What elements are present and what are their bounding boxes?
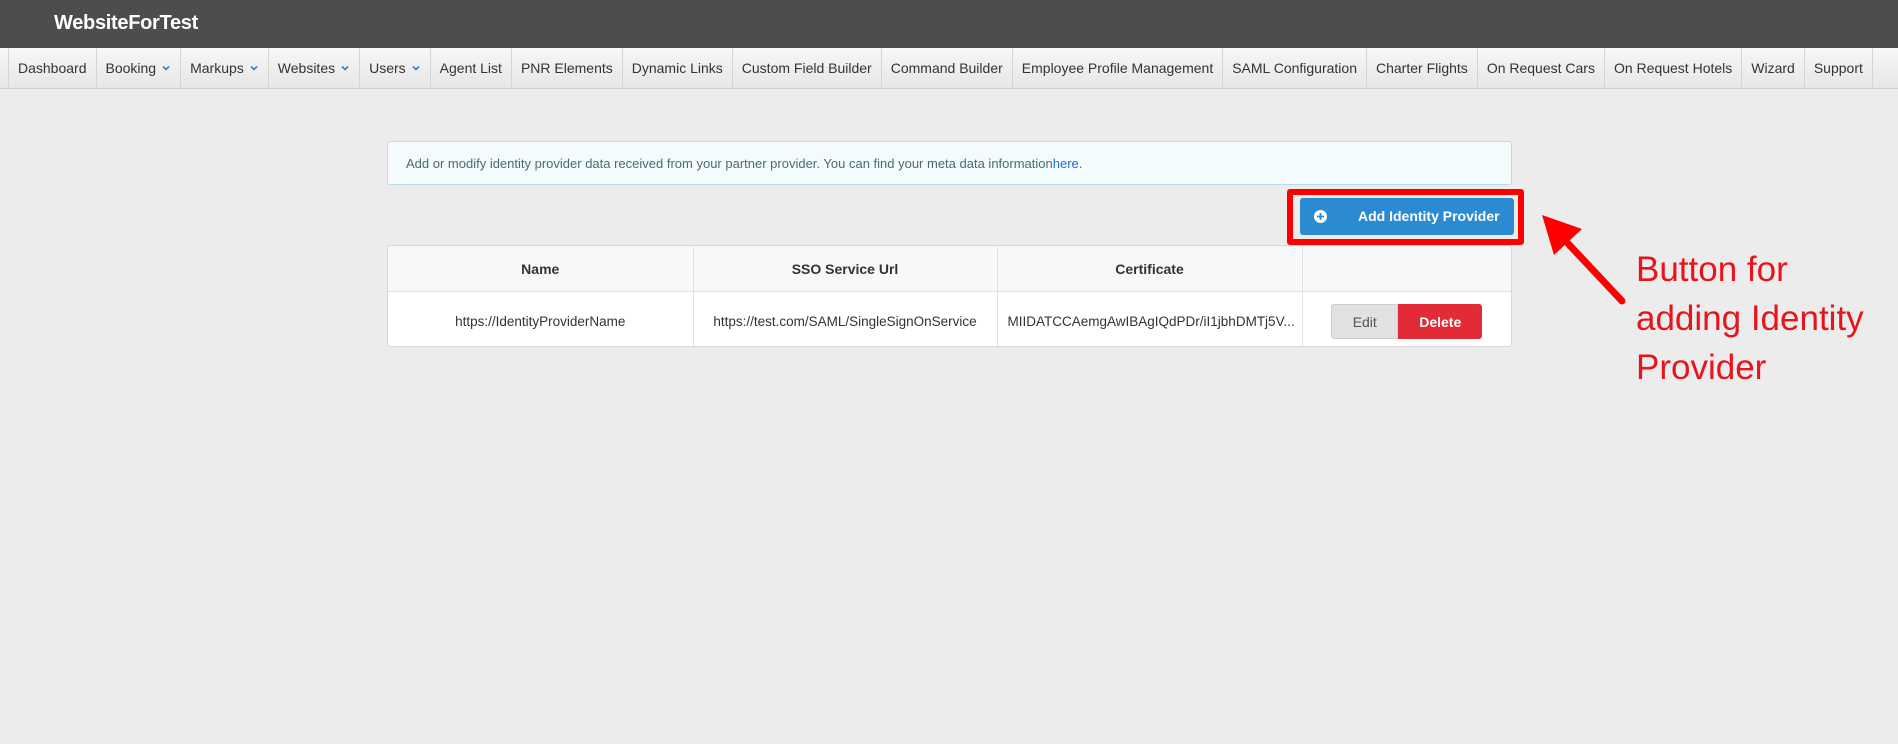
nav-item-label: Websites	[277, 60, 336, 76]
add-identity-provider-button[interactable]: Add Identity Provider	[1300, 198, 1514, 235]
top-header: WebsiteForTest	[0, 0, 1898, 48]
cell-actions: Edit Delete	[1302, 292, 1511, 347]
nav-item-support[interactable]: Support	[1805, 48, 1873, 88]
nav-item-label: Custom Field Builder	[741, 60, 872, 76]
nav-item-websites[interactable]: Websites	[269, 48, 361, 88]
annotation-line-2: adding Identity	[1636, 299, 1864, 338]
add-identity-provider-label: Add Identity Provider	[1358, 208, 1500, 224]
nav-item-label: SAML Configuration	[1232, 60, 1357, 76]
nav-item-label: Command Builder	[890, 60, 1003, 76]
annotation-text: Button for adding Identity Provider	[1636, 245, 1864, 392]
nav-item-employee-profile-management[interactable]: Employee Profile Management	[1013, 48, 1224, 88]
nav-item-label: Users	[369, 60, 406, 76]
info-text: Add or modify identity provider data rec…	[406, 155, 1053, 171]
nav-item-dynamic-links[interactable]: Dynamic Links	[623, 48, 733, 88]
nav-item-wizard[interactable]: Wizard	[1742, 48, 1805, 88]
nav-item-booking[interactable]: Booking	[97, 48, 182, 88]
nav-item-agent-list[interactable]: Agent List	[431, 48, 512, 88]
nav-item-on-request-cars[interactable]: On Request Cars	[1478, 48, 1605, 88]
column-header-certificate: Certificate	[997, 246, 1303, 292]
nav-item-users[interactable]: Users	[360, 48, 431, 88]
info-alert: Add or modify identity provider data rec…	[387, 141, 1512, 185]
nav-item-label: On Request Cars	[1486, 60, 1595, 76]
main-navigation: Dashboard Booking Markups Websites Users Agen…	[0, 48, 1898, 89]
chevron-down-icon	[161, 63, 171, 73]
nav-item-pnr-elements[interactable]: PNR Elements	[512, 48, 623, 88]
nav-item-charter-flights[interactable]: Charter Flights	[1367, 48, 1478, 88]
column-header-actions	[1302, 246, 1511, 292]
nav-item-label: On Request Hotels	[1613, 60, 1733, 76]
nav-item-markups[interactable]: Markups	[181, 48, 269, 88]
nav-item-label: Markups	[190, 60, 244, 76]
nav-item-label: Dynamic Links	[631, 60, 723, 76]
table-row: https://IdentityProviderName https://tes…	[388, 291, 1511, 347]
info-suffix: .	[1078, 155, 1083, 171]
chevron-down-icon	[249, 63, 259, 73]
column-header-name: Name	[388, 246, 694, 292]
table-header-row: Name SSO Service Url Certificate	[388, 246, 1511, 292]
nav-item-label: Wizard	[1751, 60, 1795, 76]
nav-item-on-request-hotels[interactable]: On Request Hotels	[1605, 48, 1743, 88]
cell-sso-url: https://test.com/SAML/SingleSignOnServic…	[693, 291, 998, 346]
nav-item-dashboard[interactable]: Dashboard	[8, 48, 97, 88]
nav-item-label: Support	[1813, 60, 1863, 76]
nav-item-label: Agent List	[439, 60, 502, 76]
nav-item-label: Employee Profile Management	[1021, 60, 1214, 76]
plus-circle-icon	[1313, 209, 1328, 224]
metadata-link[interactable]: here	[1053, 156, 1079, 171]
annotation-arrow-icon	[1542, 215, 1626, 305]
row-actions: Edit Delete	[1304, 304, 1511, 339]
nav-item-label: PNR Elements	[520, 60, 613, 76]
nav-item-command-builder[interactable]: Command Builder	[882, 48, 1013, 88]
nav-list: Dashboard Booking Markups Websites Users Agen…	[8, 48, 1873, 88]
nav-item-custom-field-builder[interactable]: Custom Field Builder	[733, 48, 882, 88]
chevron-down-icon	[340, 63, 350, 73]
nav-item-saml-configuration[interactable]: SAML Configuration	[1223, 48, 1367, 88]
column-header-sso-url: SSO Service Url	[693, 246, 998, 292]
nav-item-label: Charter Flights	[1376, 60, 1468, 76]
nav-item-label: Dashboard	[18, 60, 87, 76]
cell-certificate: MIIDATCCAemgAwIBAgIQdPDr/iI1jbhDMTj5V...	[997, 291, 1303, 346]
brand-logo[interactable]: WebsiteForTest	[54, 12, 198, 35]
chevron-down-icon	[411, 63, 421, 73]
identity-provider-table: Name SSO Service Url Certificate https:/…	[387, 245, 1512, 347]
delete-button[interactable]: Delete	[1398, 304, 1483, 339]
annotation-line-3: Provider	[1636, 348, 1767, 387]
annotation-line-1: Button for	[1636, 250, 1788, 289]
cell-name: https://IdentityProviderName	[388, 291, 694, 346]
nav-item-label: Booking	[105, 60, 157, 76]
edit-button[interactable]: Edit	[1331, 304, 1399, 339]
